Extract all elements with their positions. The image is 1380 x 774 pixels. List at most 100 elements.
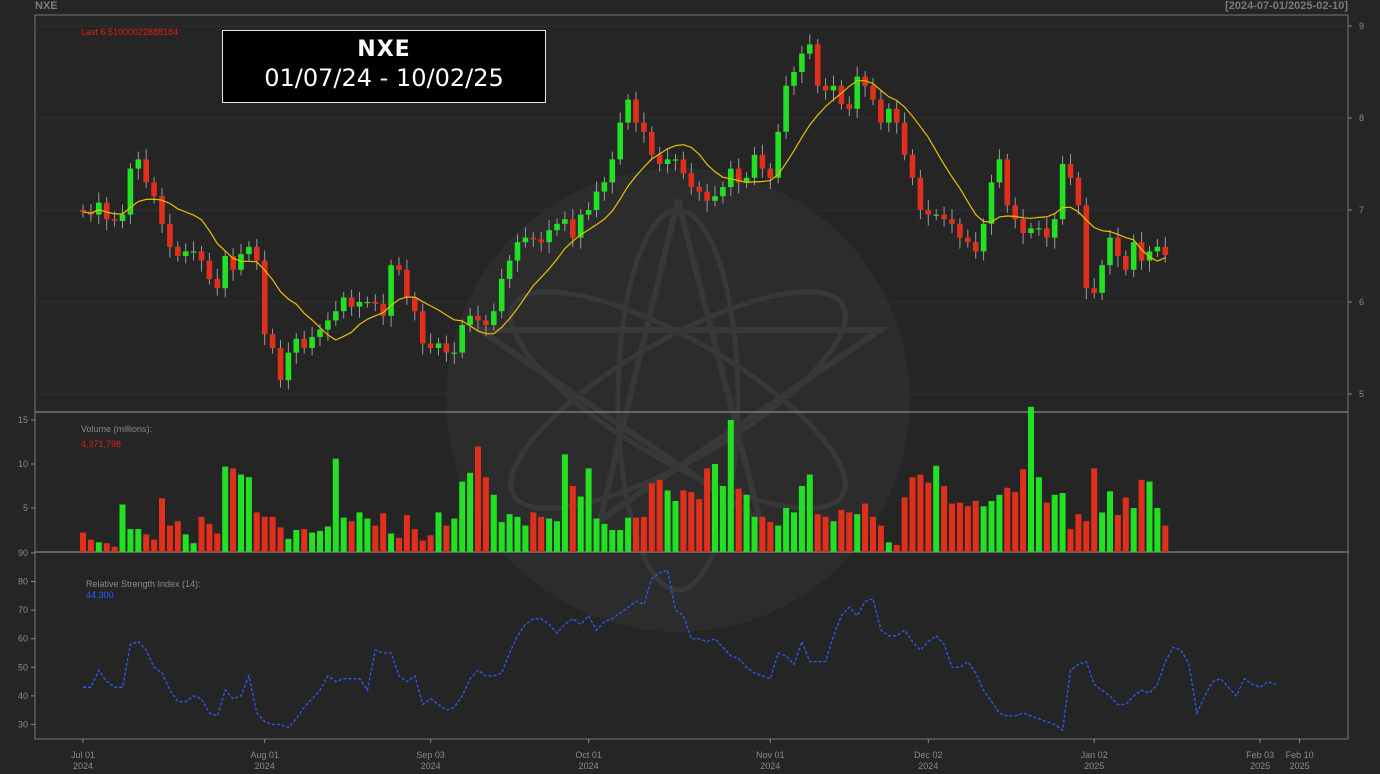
volume-bar xyxy=(554,521,560,552)
candle-body xyxy=(348,297,355,307)
volume-bar xyxy=(403,515,410,552)
volume-bar xyxy=(222,466,229,552)
volume-bar xyxy=(1122,497,1129,552)
volume-bar xyxy=(609,530,616,552)
candle-body xyxy=(720,187,726,197)
candle-body xyxy=(309,336,315,348)
volume-bar xyxy=(1162,525,1169,552)
candle-body xyxy=(980,223,987,252)
volume-bar xyxy=(467,472,474,552)
volume-bar xyxy=(569,486,576,552)
volume-bar xyxy=(1059,493,1066,552)
volume-bar xyxy=(301,529,308,552)
volume-bar xyxy=(119,504,126,552)
candle-body xyxy=(893,108,900,123)
date-tick-year: 2025 xyxy=(1084,761,1104,771)
volume-bar xyxy=(775,525,782,552)
volume-bar xyxy=(143,534,150,552)
candle-body xyxy=(807,44,813,54)
volume-bar xyxy=(332,458,339,552)
volume-value: 4,371,798 xyxy=(81,439,121,449)
volume-bar xyxy=(759,516,766,552)
date-tick-year: 2024 xyxy=(421,761,441,771)
candle-body xyxy=(585,210,592,215)
candle-body xyxy=(412,297,418,312)
volume-bar xyxy=(459,481,466,552)
candle-body xyxy=(751,154,758,178)
candle-body xyxy=(917,177,924,210)
candle-body xyxy=(664,159,671,164)
candle-body xyxy=(1059,164,1066,220)
volume-bar xyxy=(348,521,355,552)
volume-bar xyxy=(443,525,450,552)
volume-bar xyxy=(1051,494,1058,552)
candle-body xyxy=(1067,164,1074,178)
candle-body xyxy=(1115,237,1121,256)
candle-body xyxy=(522,237,529,243)
volume-bar xyxy=(996,494,1003,552)
volume-bar xyxy=(767,522,774,552)
candle-body xyxy=(435,343,442,348)
volume-bar xyxy=(696,499,703,552)
volume-bar xyxy=(174,521,181,552)
rsi-tick-label: 30 xyxy=(18,720,28,730)
candle-body xyxy=(277,348,284,381)
volume-bar xyxy=(585,468,592,552)
volume-bar xyxy=(356,512,363,552)
candle-body xyxy=(901,122,908,155)
candle-body xyxy=(996,159,1003,183)
volume-label: Volume (millions): xyxy=(81,424,152,434)
volume-bar xyxy=(293,530,300,552)
volume-bar xyxy=(151,539,158,552)
date-tick-label: Nov 01 xyxy=(756,750,785,760)
candle-body xyxy=(799,53,805,72)
volume-bar xyxy=(877,525,884,552)
candle-body xyxy=(870,85,876,100)
volume-bar xyxy=(727,420,734,552)
volume-bar xyxy=(340,517,347,552)
volume-bar xyxy=(838,509,845,552)
volume-bar xyxy=(1091,468,1098,552)
volume-bar xyxy=(159,498,165,552)
date-tick-label: Feb 10 xyxy=(1286,750,1314,760)
volume-bar xyxy=(885,542,892,552)
date-tick-year: 2025 xyxy=(1250,761,1270,771)
candle-body xyxy=(1154,246,1161,252)
volume-bar xyxy=(95,542,102,552)
volume-bar xyxy=(538,516,545,552)
volume-bar xyxy=(435,512,442,552)
volume-bar xyxy=(1107,491,1113,552)
volume-bar xyxy=(680,490,687,552)
volume-bar xyxy=(103,543,110,552)
volume-bar xyxy=(980,506,987,552)
volume-bar xyxy=(956,502,963,552)
volume-bar xyxy=(419,540,426,552)
price-tick-label: 7 xyxy=(1359,205,1364,215)
volume-bar xyxy=(656,479,663,552)
volume-bar xyxy=(822,516,829,552)
date-tick-label: Jul 01 xyxy=(71,750,95,760)
volume-bar xyxy=(396,537,402,552)
volume-bar xyxy=(712,464,718,552)
volume-bar xyxy=(475,446,481,552)
volume-bar xyxy=(166,525,173,552)
volume-bar xyxy=(427,535,434,552)
volume-bar xyxy=(964,506,971,552)
candle-body xyxy=(1130,242,1137,270)
volume-bar xyxy=(640,516,647,552)
volume-bar xyxy=(830,521,837,552)
candle-body xyxy=(696,187,702,192)
volume-bar xyxy=(522,525,529,552)
candle-body xyxy=(562,219,568,224)
volume-bar xyxy=(546,518,553,552)
last-price-label: Last 6.51000022888184 xyxy=(81,27,178,37)
candle-body xyxy=(238,254,244,270)
volume-bar xyxy=(317,530,323,552)
volume-bar xyxy=(451,518,458,552)
candle-body xyxy=(965,237,971,243)
candle-body xyxy=(957,223,963,238)
volume-bar xyxy=(561,454,568,552)
volume-bar xyxy=(783,508,790,552)
candle-body xyxy=(419,311,426,344)
rsi-tick-label: 60 xyxy=(18,634,28,644)
